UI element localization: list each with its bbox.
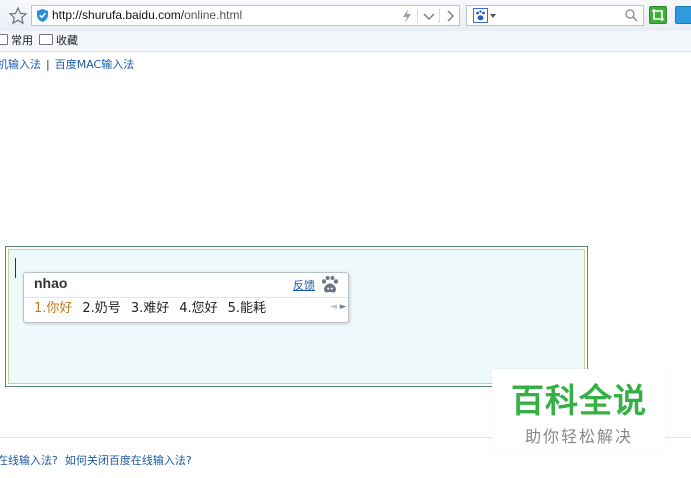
chevron-right-icon[interactable] xyxy=(442,8,458,24)
ime-candidate-list: 1.你好 2.奶号 3.难好 4.您好 5.能耗 xyxy=(34,298,276,320)
link-input-method[interactable]: 机输入法 xyxy=(0,58,41,71)
folder-icon xyxy=(39,34,53,45)
top-links: 机输入法 | 百度MAC输入法 xyxy=(0,56,134,72)
address-divider xyxy=(439,9,440,23)
search-box[interactable] xyxy=(466,5,644,26)
page-next-icon[interactable]: ► xyxy=(340,302,347,312)
address-bar[interactable]: http://shurufa.baidu.com/online.html xyxy=(31,5,460,26)
bookmark-label: 收藏 xyxy=(56,34,78,47)
ime-candidate-5[interactable]: 5.能耗 xyxy=(228,298,266,320)
ime-candidate-3[interactable]: 3.难好 xyxy=(131,298,169,320)
bookmark-label: 常用 xyxy=(11,34,33,47)
ime-candidate-4[interactable]: 4.您好 xyxy=(179,298,217,320)
url-path: online.html xyxy=(184,8,243,22)
bookmark-folder-common[interactable]: 常用 xyxy=(0,33,33,48)
url-host: http://shurufa.baidu.com/ xyxy=(52,8,185,22)
watermark-subtitle: 助你轻松解决 xyxy=(524,427,633,446)
chevron-down-icon[interactable] xyxy=(421,8,437,24)
bookmark-folder-favorites[interactable]: 收藏 xyxy=(39,33,78,48)
folder-icon xyxy=(0,34,8,45)
watermark-title: 百科全说 xyxy=(511,381,647,420)
bookmarks-bar: 常用 收藏 xyxy=(0,31,691,52)
baidu-paw-icon[interactable] xyxy=(319,275,341,295)
ime-composition-row: nhao 反馈 xyxy=(24,273,348,298)
address-divider xyxy=(417,9,418,23)
ime-candidate-popup: nhao 反馈 1.你好 2.奶号 3.难好 4.您好 5.能耗 ◄ ► xyxy=(23,272,349,323)
footer-link-what-is[interactable]: 在线输入法? xyxy=(0,454,58,467)
engine-dropdown-icon[interactable] xyxy=(490,14,496,18)
ime-feedback-link[interactable]: 反馈 xyxy=(293,277,315,293)
screenshot-button[interactable] xyxy=(649,6,667,24)
search-icon[interactable] xyxy=(624,8,639,23)
bookmark-star-icon[interactable] xyxy=(8,6,28,26)
extension-button[interactable] xyxy=(675,6,691,24)
baidu-paw-icon[interactable] xyxy=(473,8,488,23)
lightning-icon[interactable] xyxy=(399,8,415,24)
watermark-logo: 百科全说 助你轻松解决 xyxy=(492,369,666,454)
ime-text-area[interactable]: nhao 反馈 1.你好 2.奶号 3.难好 4.您好 5.能耗 ◄ ► xyxy=(8,249,585,384)
url-text: http://shurufa.baidu.com/online.html xyxy=(52,8,242,22)
security-shield-icon xyxy=(37,9,48,22)
page-prev-icon[interactable]: ◄ xyxy=(330,302,337,312)
browser-toolbar: http://shurufa.baidu.com/online.html xyxy=(0,0,691,32)
crop-icon xyxy=(652,9,664,21)
ime-candidate-2[interactable]: 2.奶号 xyxy=(82,298,120,320)
text-caret xyxy=(15,258,16,278)
ime-pinyin-input: nhao xyxy=(34,275,68,291)
ime-pager: ◄ ► xyxy=(330,302,347,312)
footer-links: 在线输入法? 如何关闭百度在线输入法? xyxy=(0,452,192,468)
link-separator: | xyxy=(46,58,50,71)
ime-candidate-1[interactable]: 1.你好 xyxy=(34,298,72,320)
ime-demo-frame: nhao 反馈 1.你好 2.奶号 3.难好 4.您好 5.能耗 ◄ ► xyxy=(5,246,588,387)
link-baidu-mac-ime[interactable]: 百度MAC输入法 xyxy=(55,58,135,71)
footer-link-how-to-close[interactable]: 如何关闭百度在线输入法? xyxy=(65,454,192,467)
